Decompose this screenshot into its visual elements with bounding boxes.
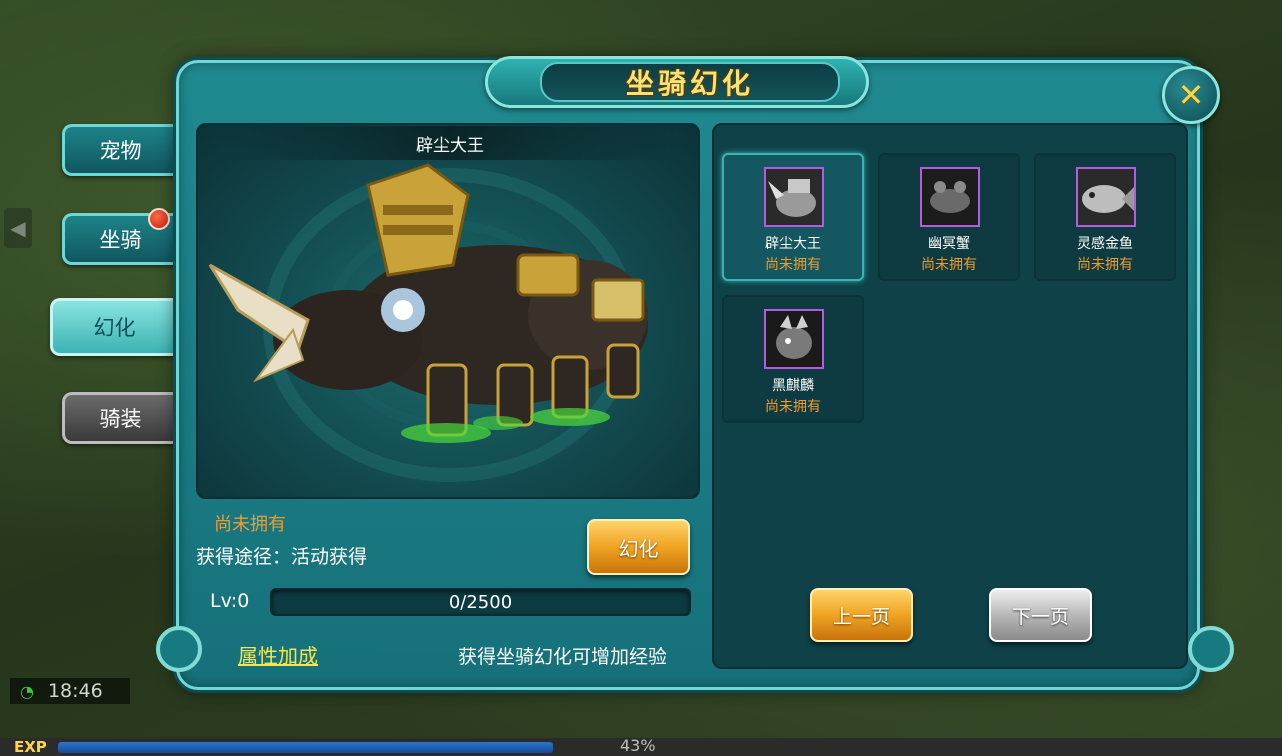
left-arrow-icon[interactable]: ◀ [4, 208, 32, 248]
preview-mount-name: 辟尘大王 [416, 135, 484, 156]
window-title: 坐骑幻化 [625, 67, 754, 100]
clock-time: 18:46 [47, 680, 103, 702]
prev-page-button[interactable]: 上一页 [810, 588, 913, 642]
exp-progress-text: 0/2500 [448, 591, 513, 613]
close-icon: ✕ [1177, 76, 1205, 114]
rhino-avatar-icon [766, 169, 822, 225]
tab-mount-gear[interactable]: 骑装 [62, 392, 176, 444]
mount-name: 幽冥蟹 [928, 236, 970, 252]
preview-name-bar: 辟尘大王 [220, 126, 680, 160]
mount-name: 辟尘大王 [765, 236, 821, 252]
crab-avatar-icon [922, 169, 978, 225]
exp-label: EXP [14, 738, 47, 756]
mount-status: 尚未拥有 [765, 399, 821, 415]
notification-badge [148, 208, 170, 230]
tab-label: 宠物 [99, 139, 142, 163]
mount-card[interactable]: 灵感金鱼 尚未拥有 [1034, 153, 1176, 281]
mount-icon [764, 167, 824, 227]
next-page-button[interactable]: 下一页 [989, 588, 1092, 642]
player-exp-fill [58, 742, 553, 753]
tab-transform[interactable]: 幻化 [50, 298, 176, 356]
close-button[interactable]: ✕ [1162, 66, 1220, 124]
mount-card[interactable]: 辟尘大王 尚未拥有 [722, 153, 864, 281]
mount-icon [764, 309, 824, 369]
tab-label: 幻化 [93, 316, 136, 340]
transform-button[interactable]: 幻化 [587, 519, 690, 575]
exp-progress-bar: 0/2500 [270, 588, 691, 616]
black-qilin-avatar-icon [766, 311, 822, 367]
transform-button-label: 幻化 [618, 536, 659, 561]
corner-swirl-icon [156, 626, 202, 672]
mount-name: 灵感金鱼 [1077, 236, 1133, 252]
mount-icon [1076, 167, 1136, 227]
acquire-source: 获得途径：活动获得 [196, 546, 368, 568]
wifi-icon: ◔ [20, 681, 34, 701]
mount-name: 黑麒麟 [772, 378, 814, 394]
rhino-mount-image [208, 163, 648, 482]
prev-page-label: 上一页 [832, 605, 890, 628]
ownership-status: 尚未拥有 [214, 514, 286, 535]
mount-status: 尚未拥有 [1077, 257, 1133, 273]
tab-pet[interactable]: 宠物 [62, 124, 176, 176]
mount-card[interactable]: 幽冥蟹 尚未拥有 [878, 153, 1020, 281]
mount-icon [920, 167, 980, 227]
tab-label: 坐骑 [99, 228, 142, 252]
title-bar: 坐骑幻化 [540, 62, 840, 102]
mount-card[interactable]: 黑麒麟 尚未拥有 [722, 295, 864, 423]
mount-status: 尚未拥有 [921, 257, 977, 273]
goldfish-avatar-icon [1078, 169, 1134, 225]
mount-preview [196, 123, 700, 499]
exp-hint: 获得坐骑幻化可增加经验 [458, 646, 668, 668]
level-label: Lv:0 [210, 590, 250, 612]
attribute-bonus-link[interactable]: 属性加成 [238, 640, 318, 669]
corner-swirl-icon [1188, 626, 1234, 672]
next-page-label: 下一页 [1011, 605, 1069, 628]
exp-percent: 43% [620, 736, 656, 755]
tab-label: 骑装 [99, 407, 142, 431]
status-clock: ◔ 18:46 [10, 678, 130, 704]
mount-status: 尚未拥有 [765, 257, 821, 273]
